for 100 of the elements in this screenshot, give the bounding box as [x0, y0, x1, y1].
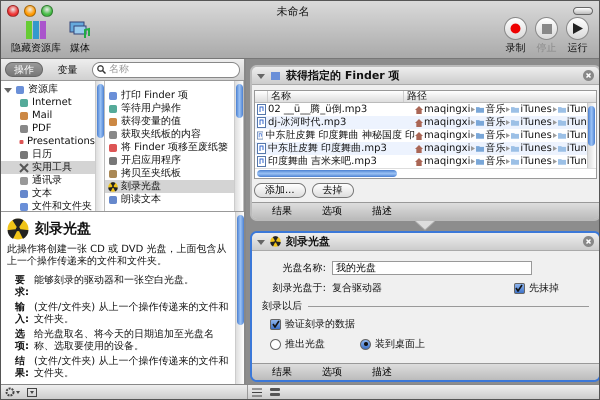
search-field[interactable]: 名称 — [92, 62, 240, 78]
library-item[interactable]: 实用工具 — [1, 161, 95, 174]
zoom-window-button[interactable] — [41, 5, 53, 17]
footer-tab[interactable]: 选项 — [322, 365, 372, 379]
footer-tab[interactable]: 选项 — [322, 204, 372, 218]
erase-checkbox[interactable]: 先抹掉 — [514, 281, 559, 295]
gear-menu-button[interactable] — [5, 387, 21, 397]
field-label: 光盘名称: — [282, 262, 326, 275]
field-label: 刻录光盘于: — [272, 282, 326, 295]
footer-tab[interactable]: 结果 — [272, 365, 322, 379]
path-label: iTun — [566, 116, 587, 129]
action-item[interactable]: 刻录光盘 — [105, 180, 234, 193]
tab[interactable]: 变量 — [48, 62, 86, 77]
action-item[interactable]: 获取夹纸板的内容 — [105, 128, 234, 141]
file-name: 02 __ü__腾_ü倒.mp3 — [268, 103, 368, 116]
library-item[interactable]: 通讯录 — [1, 174, 95, 187]
action-item[interactable]: 获得变量的值 — [105, 115, 234, 128]
table-row[interactable]: dj-冰河时代.mp3 maqingxi 音乐 iTunes iTun — [255, 116, 587, 129]
action-item[interactable]: 打印 Finder 项 — [105, 89, 234, 102]
tab[interactable]: 操作 — [5, 62, 43, 77]
action-item[interactable]: 将 Finder 项移至废纸篓 — [105, 141, 234, 154]
verify-checkbox[interactable]: 验证刻录的数据 — [270, 317, 355, 331]
horizontal-scroll-bar[interactable] — [255, 168, 596, 178]
table-row[interactable]: 中东肚皮舞 印度舞曲.mp3 maqingxi 音乐 iTunes iTun — [255, 142, 587, 155]
path-label: iTun — [566, 129, 587, 142]
action-title: 刻录光盘 — [286, 234, 331, 249]
action-icon — [108, 194, 118, 204]
file-name: 中东肚皮舞 印度舞曲.mp3 — [268, 142, 387, 155]
field-text: (文件/文件夹) 从上一个操作传递来的文件和文件夹。 — [34, 356, 229, 380]
table-row[interactable]: 印度舞曲 吉米来吧.mp3 maqingxi 音乐 iTunes iTun — [255, 155, 587, 168]
path-label: iTun — [566, 155, 587, 168]
toolbar-button[interactable]: 运行 — [562, 17, 593, 55]
path-label: iTunes — [520, 142, 552, 155]
path-label: iTunes — [520, 155, 552, 168]
path-label: 音乐 — [485, 116, 506, 129]
music-file-icon — [257, 130, 264, 141]
action-item[interactable]: 等待用户操作 — [105, 102, 234, 115]
footer-tab[interactable]: 结果 — [272, 204, 322, 218]
toolbar-button[interactable]: 隐藏资源库 — [7, 20, 65, 55]
close-window-button[interactable] — [7, 5, 19, 17]
description-title: 刻录光盘 — [35, 220, 91, 238]
disclosure-triangle-icon[interactable] — [257, 238, 265, 246]
scroll-bar[interactable] — [235, 212, 244, 384]
path-label: 音乐 — [485, 129, 506, 142]
table-row[interactable]: 中东肚皮舞 印度舞曲 神秘国度 印 maqingxi 音乐 iTunes iTun — [255, 129, 587, 142]
disc-name-field[interactable]: 我的光盘 — [332, 261, 532, 275]
list-view-button[interactable] — [252, 388, 262, 396]
disclosure-triangle-icon[interactable] — [4, 86, 12, 94]
search-icon — [97, 64, 106, 74]
footer-tab[interactable]: 描述 — [372, 365, 422, 379]
section-label: 刻录以后 — [262, 300, 302, 313]
drive-value: 复合驱动器 — [332, 282, 383, 295]
disclosure-triangle-icon[interactable] — [257, 72, 265, 80]
media-icon — [69, 20, 91, 40]
library-item[interactable]: Internet — [1, 96, 95, 109]
action-item[interactable]: 拷贝至夹纸板 — [105, 167, 234, 180]
checkmark-icon — [515, 284, 524, 292]
record-icon — [510, 23, 521, 34]
file-name: 印度舞曲 吉米来吧.mp3 — [268, 155, 377, 168]
checkmark-icon — [272, 320, 280, 328]
table-row[interactable]: 02 __ü__腾_ü倒.mp3 maqingxi 音乐 iTunes iTun — [255, 103, 587, 116]
action-item[interactable]: 朗读文本 — [105, 193, 234, 206]
window-title: 未命名 — [276, 4, 310, 18]
field-text: 给光盘取名、将今天的日期追加至光盘名称、选取要使用的设备。 — [34, 329, 215, 353]
library-item[interactable]: Presentations — [1, 135, 95, 148]
library-item[interactable]: 文本 — [1, 187, 95, 200]
radiation-disc-icon — [7, 218, 29, 240]
library-item[interactable]: Mail — [1, 109, 95, 122]
path-label: maqingxi — [424, 116, 470, 129]
action-title: 获得指定的 Finder 项 — [286, 68, 401, 83]
library-item[interactable]: 文件和文件夹 — [1, 200, 95, 213]
action-item[interactable]: 开启应用程序 — [105, 154, 234, 167]
column-header[interactable]: 名称 — [267, 91, 403, 102]
scroll-bar[interactable] — [95, 81, 104, 211]
path-label: maqingxi — [424, 103, 470, 116]
column-header[interactable]: 路径 — [403, 91, 596, 102]
toolbar-button[interactable]: 媒体 — [65, 20, 95, 55]
action-button[interactable]: 添加... — [254, 183, 306, 198]
footer-tab[interactable]: 描述 — [372, 204, 422, 218]
description-toggle-button[interactable] — [27, 388, 37, 396]
scroll-bar[interactable] — [234, 81, 243, 211]
library-item[interactable]: PDF — [1, 122, 95, 135]
close-icon[interactable] — [582, 236, 594, 247]
library-item[interactable]: 资源库 — [1, 83, 95, 96]
description-text: 此操作将创建一张 CD 或 DVD 光盘，上面包含从上一个操作传递来的文件和文件夹。 — [7, 244, 228, 268]
toolbar-toggle-button[interactable] — [573, 7, 593, 15]
toolbar-button[interactable]: 录制 — [500, 17, 531, 55]
radio-button[interactable]: 装到桌面上 — [360, 337, 450, 351]
collapse-view-button[interactable] — [270, 388, 280, 396]
field-text: (文件/文件夹) 从上一个操作传递来的文件和文件夹。 — [34, 302, 229, 326]
music-file-icon — [257, 104, 266, 115]
tools-icon — [19, 162, 29, 172]
close-icon[interactable] — [582, 70, 594, 81]
radio-button[interactable]: 推出光盘 — [270, 337, 360, 351]
minimize-window-button[interactable] — [24, 5, 36, 17]
library-item[interactable]: 日历 — [1, 148, 95, 161]
action-button[interactable]: 去掉 — [312, 183, 354, 198]
path-label: iTun — [566, 142, 587, 155]
radiation-disc-icon — [270, 236, 281, 247]
path-label: 音乐 — [485, 155, 506, 168]
